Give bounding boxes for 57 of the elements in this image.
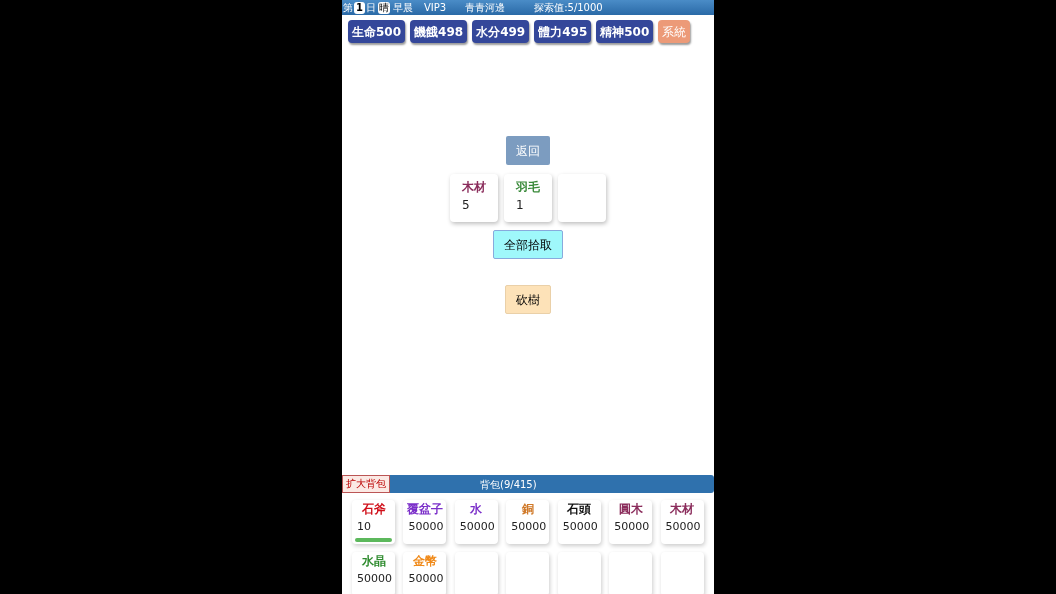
stat-button[interactable]: 生命500 xyxy=(348,20,406,43)
item-name: 羽毛 xyxy=(516,179,540,196)
durability-bar xyxy=(355,538,392,542)
item-count: 50000 xyxy=(614,519,650,535)
bag-slot[interactable]: 覆盆子 50000 xyxy=(403,500,447,544)
stat-button[interactable]: 水分499 xyxy=(472,20,530,43)
bag-slot[interactable]: 銅 50000 xyxy=(506,500,550,544)
loot-slot xyxy=(558,174,606,222)
day-label: 第 xyxy=(343,1,353,15)
stat-button[interactable]: 饑餓498 xyxy=(410,20,468,43)
day-number: 1 xyxy=(354,1,365,14)
item-name: 木材 xyxy=(670,501,695,517)
item-count: 50000 xyxy=(562,519,598,535)
item-name: 覆盆子 xyxy=(406,501,443,517)
bag-slot[interactable]: 圓木 50000 xyxy=(609,500,653,544)
item-name: 水 xyxy=(470,501,483,517)
weather-badge: 晴 xyxy=(377,1,390,14)
bag-slot[interactable] xyxy=(506,552,550,594)
item-name: 石頭 xyxy=(567,501,592,517)
item-count: 50000 xyxy=(511,519,547,535)
bag-slot[interactable]: 石斧 10 xyxy=(352,500,395,544)
loot-slot[interactable]: 木材 5 xyxy=(450,174,498,222)
day-label: 日 xyxy=(365,1,376,15)
exploration-value: 探索值:5/1000 xyxy=(534,1,603,15)
chop-tree-button[interactable]: 砍樹 xyxy=(505,285,551,314)
item-name: 圓木 xyxy=(618,501,643,517)
bag-slot[interactable]: 水 50000 xyxy=(454,500,498,544)
item-name: 水晶 xyxy=(361,553,386,569)
bag-slot[interactable]: 水晶 50000 xyxy=(352,552,395,594)
bag-slot[interactable]: 金幣 50000 xyxy=(403,552,447,594)
bag-slot[interactable] xyxy=(454,552,498,594)
stat-button[interactable]: 精神500 xyxy=(596,20,654,43)
item-count: 50000 xyxy=(408,571,444,587)
item-count: 50000 xyxy=(665,519,701,535)
item-count: 50000 xyxy=(357,571,392,587)
time-of-day: 早晨 xyxy=(392,0,413,15)
item-name: 金幣 xyxy=(412,553,437,569)
bag-slot[interactable]: 木材 50000 xyxy=(660,500,704,544)
vip-level: VIP3 xyxy=(423,1,447,15)
bag-title: 背包(9/415) xyxy=(480,477,537,492)
item-count: 50000 xyxy=(408,519,444,535)
item-count: 5 xyxy=(462,197,471,214)
stat-button[interactable]: 體力495 xyxy=(534,20,592,43)
item-name: 石斧 xyxy=(361,501,386,517)
bag-slot[interactable] xyxy=(660,552,704,594)
bag-slot[interactable] xyxy=(557,552,601,594)
pick-all-button[interactable]: 全部拾取 xyxy=(493,230,563,259)
expand-bag-button[interactable]: 扩大背包 xyxy=(342,475,390,493)
bag-slot[interactable] xyxy=(609,552,653,594)
item-name: 木材 xyxy=(462,179,486,196)
item-name: 銅 xyxy=(521,501,534,517)
item-count: 10 xyxy=(357,519,371,535)
bag-slot[interactable]: 石頭 50000 xyxy=(557,500,601,544)
location-name: 青青河邊 xyxy=(465,1,506,15)
loot-slot[interactable]: 羽毛 1 xyxy=(504,174,552,222)
item-count: 50000 xyxy=(459,519,495,535)
item-count: 1 xyxy=(516,197,525,214)
